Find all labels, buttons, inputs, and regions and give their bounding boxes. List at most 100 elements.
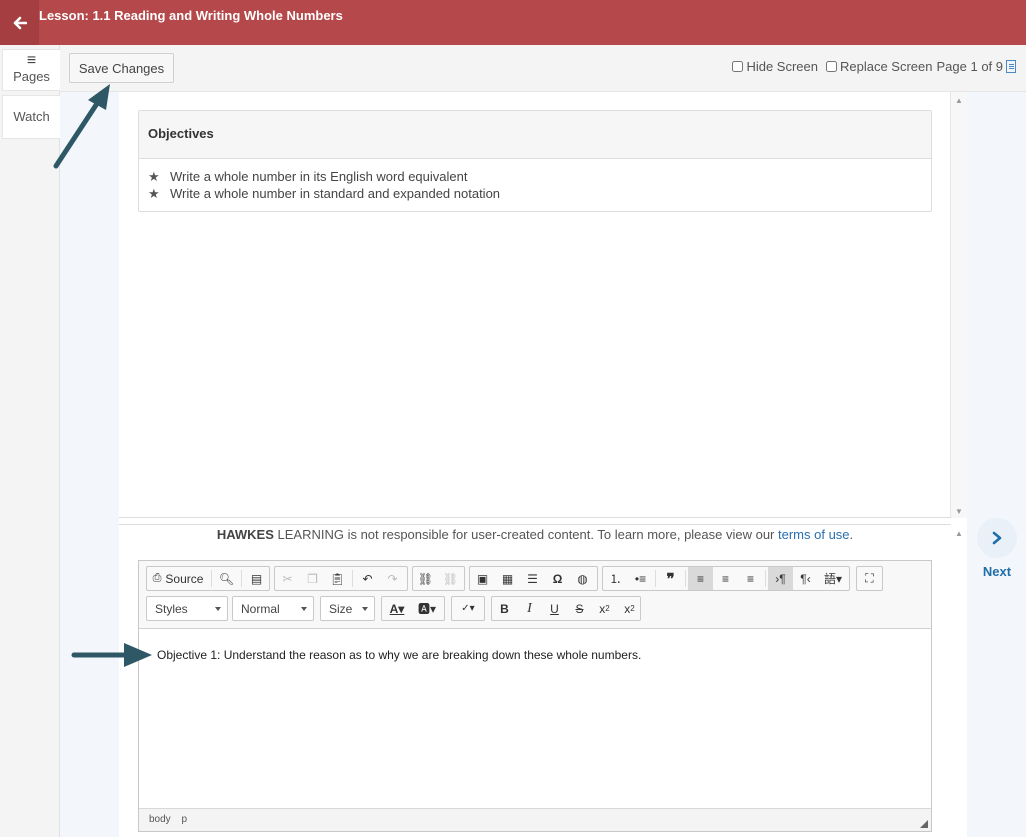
cut-icon[interactable]: ✂ — [275, 567, 300, 590]
spellcheck-icon[interactable]: ✓▾ — [452, 597, 484, 620]
format-label: Normal — [241, 602, 280, 616]
chevron-down-icon — [215, 607, 221, 611]
chevron-down-icon — [301, 607, 307, 611]
numbered-list-icon[interactable]: ⒈ — [603, 567, 628, 590]
scroll-down-icon[interactable]: ▼ — [955, 507, 963, 516]
path-p[interactable]: p — [181, 814, 187, 825]
styles-label: Styles — [155, 602, 188, 616]
replace-screen-checkbox[interactable] — [826, 61, 837, 72]
back-button[interactable] — [0, 0, 39, 45]
link-group: ⛓ ⛓ — [412, 566, 465, 591]
page-document-icon[interactable] — [1006, 60, 1016, 73]
templates-icon[interactable]: ▤ — [244, 567, 269, 590]
superscript-icon[interactable]: x2 — [617, 597, 642, 620]
unlink-icon[interactable]: ⛓ — [438, 567, 463, 590]
next-button[interactable]: Next — [971, 518, 1023, 579]
text-color-icon[interactable]: A▾ — [382, 597, 412, 620]
disclaimer-end: . — [849, 527, 854, 542]
document-group: ⎙ Source 🔍︎ ▤ — [146, 566, 270, 591]
maximize-group: ⛶ — [856, 566, 883, 591]
basic-styles-group: B I U S x2 x2 — [491, 596, 641, 621]
source-label: Source — [165, 571, 204, 586]
source-icon: ⎙ — [152, 572, 162, 584]
lesson-title: Lesson: 1.1 Reading and Writing Whole Nu… — [39, 8, 343, 23]
size-dropdown[interactable]: Size — [320, 596, 375, 621]
header-bar: Lesson: 1.1 Reading and Writing Whole Nu… — [0, 0, 1026, 45]
nav-pages-button[interactable]: ≡ Pages — [2, 49, 60, 91]
divider — [765, 570, 766, 587]
paragraph-group: ⒈ •≡ ❞ ≡ ≡ ≡ ›¶ ¶‹ 語▾ — [602, 566, 850, 591]
resize-handle-icon[interactable] — [920, 820, 928, 828]
paste-icon[interactable]: 📋︎ — [325, 567, 350, 590]
horizontal-line-icon[interactable]: ☰ — [520, 567, 545, 590]
styles-dropdown[interactable]: Styles — [146, 596, 228, 621]
divider — [241, 570, 242, 587]
redo-icon[interactable]: ↷ — [380, 567, 405, 590]
star-icon: ★ — [148, 168, 160, 184]
italic-icon[interactable]: I — [517, 597, 542, 620]
divider — [655, 570, 656, 587]
undo-icon[interactable]: ↶ — [355, 567, 380, 590]
maximize-icon[interactable]: ⛶ — [857, 567, 882, 590]
replace-screen-option[interactable]: Replace Screen — [822, 59, 933, 74]
source-button[interactable]: ⎙ Source — [147, 567, 209, 590]
objectives-list: ★ Write a whole number in its English wo… — [139, 159, 931, 202]
save-changes-button[interactable]: Save Changes — [69, 53, 174, 83]
underline-icon[interactable]: U — [542, 597, 567, 620]
rich-text-editor: ⎙ Source 🔍︎ ▤ ✂ ❐ 📋︎ ↶ ↷ ⛓ ⛓ ▣ ▦ ☰ Ω ◍ ⒈… — [138, 560, 932, 832]
right-gutter — [967, 92, 1026, 837]
strikethrough-icon[interactable]: S — [567, 597, 592, 620]
language-icon[interactable]: 語▾ — [818, 567, 848, 590]
hide-screen-label: Hide Screen — [746, 59, 818, 74]
table-icon[interactable]: ▦ — [495, 567, 520, 590]
editor-toolbar: ⎙ Source 🔍︎ ▤ ✂ ❐ 📋︎ ↶ ↷ ⛓ ⛓ ▣ ▦ ☰ Ω ◍ ⒈… — [139, 561, 931, 629]
replace-screen-label: Replace Screen — [840, 59, 933, 74]
hamburger-icon: ≡ — [26, 52, 37, 69]
nav-watch-button[interactable]: Watch — [2, 95, 60, 139]
left-nav: ≡ Pages Watch — [0, 45, 60, 837]
left-gutter — [60, 92, 119, 837]
upper-scrollbar[interactable]: ▲ ▼ — [951, 92, 967, 518]
disclaimer-brand: HAWKES — [216, 527, 274, 542]
editor-content[interactable]: Objective 1: Understand the reason as to… — [139, 629, 931, 808]
bulleted-list-icon[interactable]: •≡ — [628, 567, 653, 590]
bold-icon[interactable]: B — [492, 597, 517, 620]
star-icon: ★ — [148, 185, 160, 201]
page-indicator: Page 1 of 9 — [936, 59, 1004, 74]
hide-screen-checkbox[interactable] — [732, 61, 744, 72]
scroll-up-icon[interactable]: ▲ — [955, 529, 963, 538]
scroll-up-icon[interactable]: ▲ — [955, 96, 963, 105]
copy-icon[interactable]: ❐ — [300, 567, 325, 590]
align-right-icon[interactable]: ≡ — [738, 567, 763, 590]
editor-pane: HAWKES LEARNING is not responsible for u… — [119, 524, 963, 837]
text-direction-rtl-icon[interactable]: ¶‹ — [793, 567, 818, 590]
list-item: ★ Write a whole number in standard and e… — [148, 185, 931, 202]
terms-of-use-link[interactable]: terms of use — [778, 527, 850, 542]
editor-paragraph: Objective 1: Understand the reason as to… — [157, 648, 642, 662]
divider — [685, 570, 686, 587]
size-label: Size — [329, 602, 353, 616]
page-toolbar: Save Changes Hide Screen Replace Screen … — [60, 45, 1026, 92]
link-icon[interactable]: ⛓ — [413, 567, 438, 590]
subscript-icon[interactable]: x2 — [592, 597, 617, 620]
content-preview-pane[interactable]: Objectives ★ Write a whole number in its… — [119, 92, 951, 518]
blockquote-icon[interactable]: ❞ — [658, 567, 683, 590]
background-color-icon[interactable]: 🅰︎▾ — [412, 597, 442, 620]
divider — [211, 570, 212, 587]
format-dropdown[interactable]: Normal — [232, 596, 314, 621]
divider — [352, 570, 353, 587]
hide-screen-option[interactable]: Hide Screen — [732, 59, 818, 74]
image-icon[interactable]: ▣ — [470, 567, 495, 590]
preview-icon[interactable]: 🔍︎ — [214, 567, 239, 590]
special-character-icon[interactable]: Ω — [545, 567, 570, 590]
iframe-icon[interactable]: ◍ — [570, 567, 595, 590]
path-body[interactable]: body — [149, 814, 171, 825]
editor-element-path: body p — [139, 808, 931, 831]
color-group: A▾ 🅰︎▾ — [381, 596, 445, 621]
align-left-icon[interactable]: ≡ — [688, 567, 713, 590]
align-center-icon[interactable]: ≡ — [713, 567, 738, 590]
insert-group: ▣ ▦ ☰ Ω ◍ — [469, 566, 598, 591]
disclaimer-body: LEARNING is not responsible for user-cre… — [273, 527, 779, 542]
disclaimer-text: HAWKES LEARNING is not responsible for u… — [119, 527, 951, 542]
text-direction-ltr-icon[interactable]: ›¶ — [768, 567, 793, 590]
